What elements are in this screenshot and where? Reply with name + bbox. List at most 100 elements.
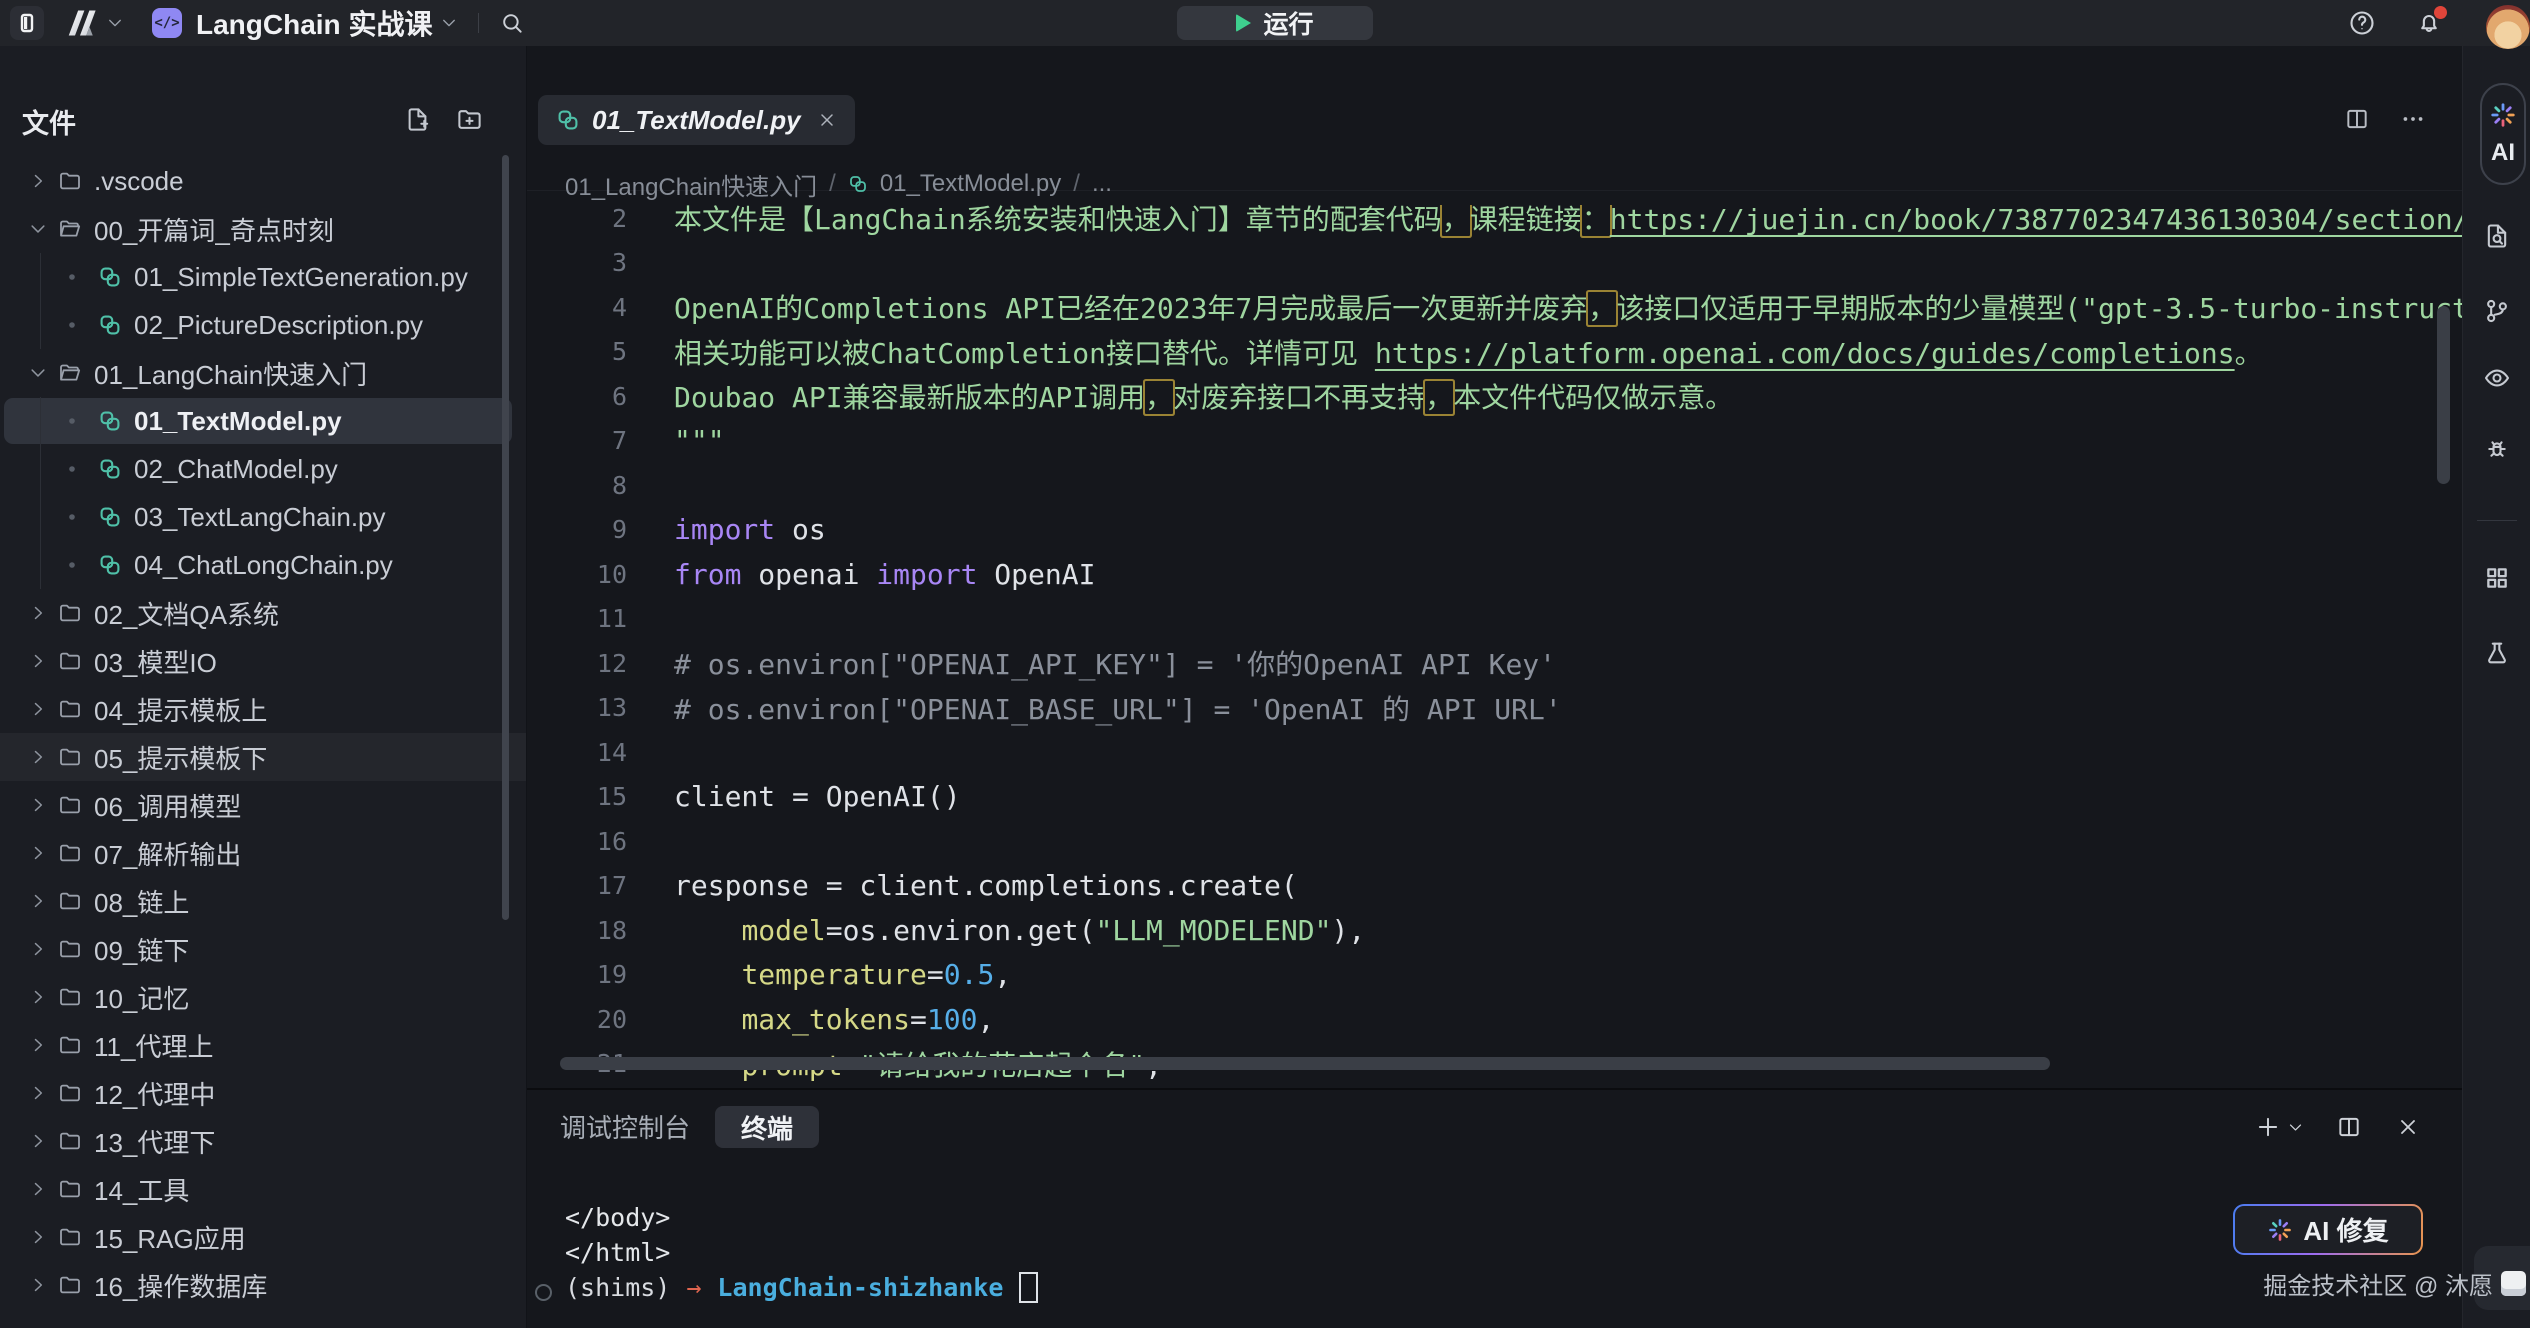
more-actions-icon[interactable] (2400, 106, 2426, 132)
chevron-down-icon[interactable] (106, 14, 124, 32)
line-number[interactable]: 5 (527, 337, 627, 366)
tree-row-folder[interactable]: 15_RAG应用 (0, 1213, 526, 1261)
line-number[interactable]: 15 (527, 782, 627, 811)
project-title[interactable]: LangChain 实战课 (196, 3, 432, 43)
help-icon[interactable] (2348, 9, 2376, 37)
chevron-down-icon[interactable] (2287, 1119, 2304, 1136)
code-line[interactable]: 19 temperature=0.5, (527, 953, 2462, 998)
code-line[interactable]: 12# os.environ["OPENAI_API_KEY"] = '你的Op… (527, 641, 2462, 686)
line-number[interactable]: 17 (527, 871, 627, 900)
tab-terminal[interactable]: 终端 (715, 1106, 819, 1148)
line-number[interactable]: 9 (527, 515, 627, 544)
code-line[interactable]: 9import os (527, 508, 2462, 553)
tree-row-file[interactable]: 02_PictureDescription.py (0, 301, 526, 349)
line-number[interactable]: 2 (527, 205, 627, 233)
tree-row-folder[interactable]: 08_链上 (0, 877, 526, 925)
code-viewport[interactable]: 2本文件是【LangChain系统安装和快速入门】章节的配套代码，课程链接：ht… (527, 205, 2462, 1088)
preview-eye-icon[interactable] (2483, 364, 2511, 392)
line-number[interactable]: 7 (527, 426, 627, 455)
line-number[interactable]: 3 (527, 248, 627, 277)
tree-row-folder[interactable]: 13_代理下 (0, 1117, 526, 1165)
search-icon[interactable] (499, 10, 525, 36)
line-number[interactable]: 4 (527, 293, 627, 322)
ai-fix-button[interactable]: AI 修复 (2233, 1204, 2423, 1255)
sidebar-scrollbar[interactable] (502, 155, 509, 920)
tree-row-folder[interactable]: 05_提示模板下 (0, 733, 526, 781)
tree-row-folder[interactable]: 00_开篇词_奇点时刻 (0, 205, 526, 253)
tree-row-folder[interactable]: 16_操作数据库 (0, 1261, 526, 1309)
breadcrumb-folder[interactable]: 01_LangChain快速入门 (565, 167, 817, 202)
horizontal-scrollbar[interactable] (560, 1057, 2050, 1070)
line-number[interactable]: 18 (527, 916, 627, 945)
tree-row-folder[interactable]: .vscode (0, 157, 526, 205)
ai-assistant-button[interactable]: AI (2480, 83, 2526, 185)
code-line[interactable]: 2本文件是【LangChain系统安装和快速入门】章节的配套代码，课程链接：ht… (527, 205, 2462, 241)
code-line[interactable]: 14 (527, 730, 2462, 775)
code-line[interactable]: 18 model=os.environ.get("LLM_MODELEND"), (527, 908, 2462, 953)
toggle-sidebar-button[interactable] (10, 6, 44, 40)
code-line[interactable]: 7""" (527, 419, 2462, 464)
line-number[interactable]: 6 (527, 382, 627, 411)
code-line[interactable]: 8 (527, 463, 2462, 508)
tree-row-folder[interactable]: 11_代理上 (0, 1021, 526, 1069)
code-link[interactable]: https://platform.openai.com/docs/guides/… (1375, 337, 2235, 370)
code-line[interactable]: 3 (527, 241, 2462, 286)
file-search-icon[interactable] (2483, 222, 2511, 250)
experiments-flask-icon[interactable] (2483, 639, 2511, 667)
git-branch-icon[interactable] (2483, 297, 2511, 325)
tree-row-folder[interactable]: 03_模型IO (0, 637, 526, 685)
line-number[interactable]: 13 (527, 693, 627, 722)
chevron-down-icon[interactable] (440, 14, 458, 32)
tree-row-folder[interactable]: 12_代理中 (0, 1069, 526, 1117)
breadcrumb-file[interactable]: 01_TextModel.py (880, 170, 1061, 198)
terminal-output[interactable]: </body> </html> (shims) → LangChain-shiz… (565, 1200, 1038, 1305)
tree-row-file[interactable]: 01_SimpleTextGeneration.py (0, 253, 526, 301)
tree-row-folder[interactable]: 02_文档QA系统 (0, 589, 526, 637)
tree-row-folder[interactable]: 10_记忆 (0, 973, 526, 1021)
line-number[interactable]: 16 (527, 827, 627, 856)
new-folder-icon[interactable] (456, 106, 483, 133)
user-avatar[interactable] (2486, 5, 2530, 49)
line-number[interactable]: 11 (527, 604, 627, 633)
breadcrumb-more[interactable]: ... (1092, 170, 1112, 198)
code-line[interactable]: 16 (527, 819, 2462, 864)
tree-row-folder[interactable]: 09_链下 (0, 925, 526, 973)
line-number[interactable]: 12 (527, 649, 627, 678)
close-icon[interactable] (817, 110, 837, 130)
line-number[interactable]: 8 (527, 471, 627, 500)
tree-row-file[interactable]: 01_TextModel.py (0, 397, 526, 445)
code-line[interactable]: 15client = OpenAI() (527, 775, 2462, 820)
code-line[interactable]: 20 max_tokens=100, (527, 997, 2462, 1042)
vertical-scrollbar[interactable] (2437, 306, 2450, 484)
split-editor-icon[interactable] (2344, 106, 2370, 132)
code-line[interactable]: 10from openai import OpenAI (527, 552, 2462, 597)
code-line[interactable]: 17response = client.completions.create( (527, 864, 2462, 909)
close-panel-icon[interactable] (2396, 1115, 2420, 1139)
tree-row-folder[interactable]: 04_提示模板上 (0, 685, 526, 733)
extensions-grid-icon[interactable] (2483, 564, 2511, 592)
tree-row-folder[interactable]: 14_工具 (0, 1165, 526, 1213)
code-line[interactable]: 5相关功能可以被ChatCompletion接口替代。详情可见 https://… (527, 330, 2462, 375)
tree-row-file[interactable]: 03_TextLangChain.py (0, 493, 526, 541)
line-number[interactable]: 10 (527, 560, 627, 589)
code-line[interactable]: 11 (527, 597, 2462, 642)
tree-row-folder[interactable]: 07_解析输出 (0, 829, 526, 877)
new-file-icon[interactable] (404, 106, 431, 133)
code-line[interactable]: 13# os.environ["OPENAI_BASE_URL"] = 'Ope… (527, 686, 2462, 731)
new-terminal-icon[interactable] (2255, 1114, 2281, 1140)
line-number[interactable]: 19 (527, 960, 627, 989)
editor-tab[interactable]: 01_TextModel.py (538, 95, 855, 145)
line-number[interactable]: 20 (527, 1005, 627, 1034)
code-line[interactable]: 4OpenAI的Completions API已经在2023年7月完成最后一次更… (527, 285, 2462, 330)
code-link[interactable]: https://juejin.cn/book/73877023474361303… (1610, 205, 2462, 236)
tree-row-file[interactable]: 04_ChatLongChain.py (0, 541, 526, 589)
debug-bug-icon[interactable] (2483, 435, 2511, 463)
tree-row-folder[interactable]: 01_LangChain快速入门 (0, 349, 526, 397)
run-button[interactable]: 运行 (1177, 6, 1373, 40)
tree-row-folder[interactable]: 06_调用模型 (0, 781, 526, 829)
tree-row-file[interactable]: 02_ChatModel.py (0, 445, 526, 493)
line-number[interactable]: 14 (527, 738, 627, 767)
code-line[interactable]: 6Doubao API兼容最新版本的API调用，对废弃接口不再支持，本文件代码仅… (527, 374, 2462, 419)
tab-debug-console[interactable]: 调试控制台 (560, 1108, 690, 1148)
split-panel-icon[interactable] (2336, 1114, 2362, 1140)
